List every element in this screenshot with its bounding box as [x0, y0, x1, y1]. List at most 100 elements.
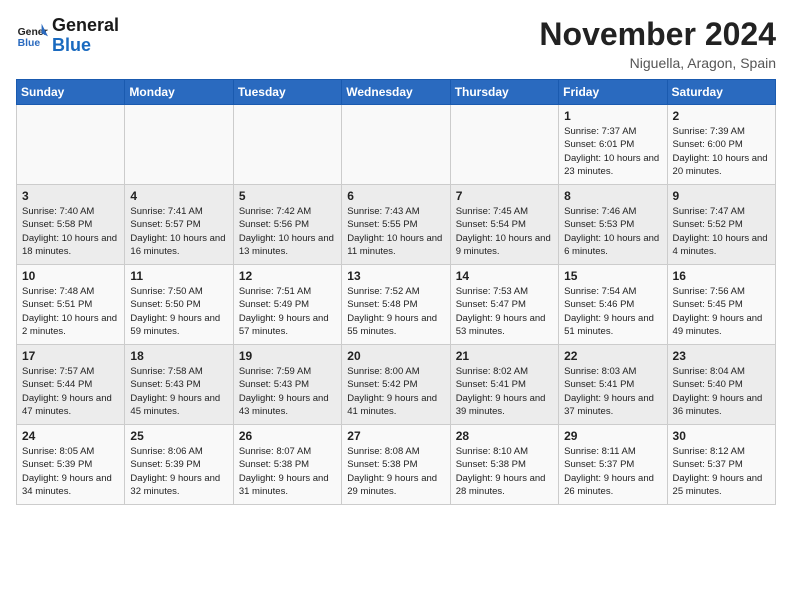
day-info: Sunrise: 7:42 AM Sunset: 5:56 PM Dayligh…: [239, 205, 336, 258]
calendar-cell: 21 Sunrise: 8:02 AM Sunset: 5:41 PM Dayli…: [450, 345, 558, 425]
day-number: 8: [564, 189, 661, 203]
calendar-cell: 4 Sunrise: 7:41 AM Sunset: 5:57 PM Daylig…: [125, 185, 233, 265]
calendar-cell: 28 Sunrise: 8:10 AM Sunset: 5:38 PM Dayli…: [450, 425, 558, 505]
day-info: Sunrise: 7:52 AM Sunset: 5:48 PM Dayligh…: [347, 285, 444, 338]
day-info: Sunrise: 7:39 AM Sunset: 6:00 PM Dayligh…: [673, 125, 770, 178]
day-number: 4: [130, 189, 227, 203]
day-info: Sunrise: 7:53 AM Sunset: 5:47 PM Dayligh…: [456, 285, 553, 338]
day-number: 28: [456, 429, 553, 443]
logo-icon: General Blue: [16, 22, 48, 50]
day-info: Sunrise: 8:06 AM Sunset: 5:39 PM Dayligh…: [130, 445, 227, 498]
day-info: Sunrise: 8:05 AM Sunset: 5:39 PM Dayligh…: [22, 445, 119, 498]
day-number: 29: [564, 429, 661, 443]
day-number: 10: [22, 269, 119, 283]
day-info: Sunrise: 7:54 AM Sunset: 5:46 PM Dayligh…: [564, 285, 661, 338]
calendar-cell: 3Sunrise: 7:40 AM Sunset: 5:58 PM Daylig…: [17, 185, 125, 265]
day-info: Sunrise: 8:11 AM Sunset: 5:37 PM Dayligh…: [564, 445, 661, 498]
calendar-cell: 22 Sunrise: 8:03 AM Sunset: 5:41 PM Dayli…: [559, 345, 667, 425]
day-number: 1: [564, 109, 661, 123]
weekday-header-tuesday: Tuesday: [233, 80, 341, 105]
day-info: Sunrise: 7:40 AM Sunset: 5:58 PM Dayligh…: [22, 205, 119, 258]
calendar-cell: 27 Sunrise: 8:08 AM Sunset: 5:38 PM Dayli…: [342, 425, 450, 505]
calendar-week-0: 1Sunrise: 7:37 AM Sunset: 6:01 PM Daylig…: [17, 105, 776, 185]
day-info: Sunrise: 8:04 AM Sunset: 5:40 PM Dayligh…: [673, 365, 770, 418]
calendar-cell: 5 Sunrise: 7:42 AM Sunset: 5:56 PM Daylig…: [233, 185, 341, 265]
calendar-week-3: 17 Sunrise: 7:57 AM Sunset: 5:44 PM Dayli…: [17, 345, 776, 425]
calendar-cell: 14 Sunrise: 7:53 AM Sunset: 5:47 PM Dayli…: [450, 265, 558, 345]
day-number: 13: [347, 269, 444, 283]
day-info: Sunrise: 8:03 AM Sunset: 5:41 PM Dayligh…: [564, 365, 661, 418]
calendar-table: SundayMondayTuesdayWednesdayThursdayFrid…: [16, 79, 776, 505]
svg-text:Blue: Blue: [18, 38, 41, 49]
calendar-cell: 30 Sunrise: 8:12 AM Sunset: 5:37 PM Dayli…: [667, 425, 775, 505]
weekday-header-sunday: Sunday: [17, 80, 125, 105]
day-number: 2: [673, 109, 770, 123]
day-number: 24: [22, 429, 119, 443]
day-info: Sunrise: 7:50 AM Sunset: 5:50 PM Dayligh…: [130, 285, 227, 338]
calendar-cell: 23Sunrise: 8:04 AM Sunset: 5:40 PM Dayli…: [667, 345, 775, 425]
day-info: Sunrise: 7:41 AM Sunset: 5:57 PM Dayligh…: [130, 205, 227, 258]
calendar-cell: 20 Sunrise: 8:00 AM Sunset: 5:42 PM Dayli…: [342, 345, 450, 425]
day-number: 27: [347, 429, 444, 443]
calendar-header: SundayMondayTuesdayWednesdayThursdayFrid…: [17, 80, 776, 105]
day-info: Sunrise: 7:45 AM Sunset: 5:54 PM Dayligh…: [456, 205, 553, 258]
day-info: Sunrise: 7:47 AM Sunset: 5:52 PM Dayligh…: [673, 205, 770, 258]
weekday-header-monday: Monday: [125, 80, 233, 105]
day-info: Sunrise: 7:51 AM Sunset: 5:49 PM Dayligh…: [239, 285, 336, 338]
day-number: 6: [347, 189, 444, 203]
weekday-header-saturday: Saturday: [667, 80, 775, 105]
weekday-header-row: SundayMondayTuesdayWednesdayThursdayFrid…: [17, 80, 776, 105]
calendar-cell: 17 Sunrise: 7:57 AM Sunset: 5:44 PM Dayli…: [17, 345, 125, 425]
day-info: Sunrise: 7:46 AM Sunset: 5:53 PM Dayligh…: [564, 205, 661, 258]
calendar-week-4: 24 Sunrise: 8:05 AM Sunset: 5:39 PM Dayli…: [17, 425, 776, 505]
day-info: Sunrise: 7:57 AM Sunset: 5:44 PM Dayligh…: [22, 365, 119, 418]
day-number: 19: [239, 349, 336, 363]
weekday-header-thursday: Thursday: [450, 80, 558, 105]
day-number: 22: [564, 349, 661, 363]
location: Niguella, Aragon, Spain: [539, 55, 776, 71]
day-number: 30: [673, 429, 770, 443]
day-info: Sunrise: 8:07 AM Sunset: 5:38 PM Dayligh…: [239, 445, 336, 498]
calendar-cell: 19 Sunrise: 7:59 AM Sunset: 5:43 PM Dayli…: [233, 345, 341, 425]
day-info: Sunrise: 8:12 AM Sunset: 5:37 PM Dayligh…: [673, 445, 770, 498]
calendar-cell: 12 Sunrise: 7:51 AM Sunset: 5:49 PM Dayli…: [233, 265, 341, 345]
weekday-header-friday: Friday: [559, 80, 667, 105]
day-info: Sunrise: 7:59 AM Sunset: 5:43 PM Dayligh…: [239, 365, 336, 418]
day-info: Sunrise: 8:02 AM Sunset: 5:41 PM Dayligh…: [456, 365, 553, 418]
calendar-cell: 11 Sunrise: 7:50 AM Sunset: 5:50 PM Dayli…: [125, 265, 233, 345]
calendar-week-1: 3Sunrise: 7:40 AM Sunset: 5:58 PM Daylig…: [17, 185, 776, 265]
logo-text-general: General: [52, 16, 119, 36]
day-number: 12: [239, 269, 336, 283]
calendar-cell: 26Sunrise: 8:07 AM Sunset: 5:38 PM Dayli…: [233, 425, 341, 505]
calendar-cell: 10Sunrise: 7:48 AM Sunset: 5:51 PM Dayli…: [17, 265, 125, 345]
calendar-cell: 13 Sunrise: 7:52 AM Sunset: 5:48 PM Dayli…: [342, 265, 450, 345]
title-block: November 2024 Niguella, Aragon, Spain: [539, 16, 776, 71]
day-number: 5: [239, 189, 336, 203]
calendar-cell: [125, 105, 233, 185]
calendar-body: 1Sunrise: 7:37 AM Sunset: 6:01 PM Daylig…: [17, 105, 776, 505]
day-number: 9: [673, 189, 770, 203]
day-number: 7: [456, 189, 553, 203]
day-info: Sunrise: 8:08 AM Sunset: 5:38 PM Dayligh…: [347, 445, 444, 498]
calendar-cell: 24 Sunrise: 8:05 AM Sunset: 5:39 PM Dayli…: [17, 425, 125, 505]
page-header: General Blue General Blue November 2024 …: [16, 16, 776, 71]
day-info: Sunrise: 7:43 AM Sunset: 5:55 PM Dayligh…: [347, 205, 444, 258]
calendar-cell: [17, 105, 125, 185]
calendar-cell: 18Sunrise: 7:58 AM Sunset: 5:43 PM Dayli…: [125, 345, 233, 425]
day-number: 14: [456, 269, 553, 283]
day-number: 25: [130, 429, 227, 443]
calendar-cell: 29 Sunrise: 8:11 AM Sunset: 5:37 PM Dayli…: [559, 425, 667, 505]
month-title: November 2024: [539, 16, 776, 53]
calendar-cell: [342, 105, 450, 185]
day-info: Sunrise: 8:10 AM Sunset: 5:38 PM Dayligh…: [456, 445, 553, 498]
day-info: Sunrise: 7:56 AM Sunset: 5:45 PM Dayligh…: [673, 285, 770, 338]
day-number: 15: [564, 269, 661, 283]
logo: General Blue General Blue: [16, 16, 119, 56]
day-number: 17: [22, 349, 119, 363]
calendar-cell: [233, 105, 341, 185]
day-number: 11: [130, 269, 227, 283]
day-info: Sunrise: 8:00 AM Sunset: 5:42 PM Dayligh…: [347, 365, 444, 418]
calendar-cell: 16Sunrise: 7:56 AM Sunset: 5:45 PM Dayli…: [667, 265, 775, 345]
day-number: 21: [456, 349, 553, 363]
day-number: 20: [347, 349, 444, 363]
